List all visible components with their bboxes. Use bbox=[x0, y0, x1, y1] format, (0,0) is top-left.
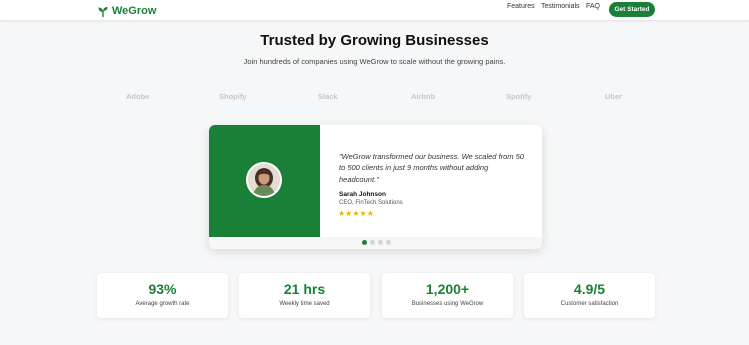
carousel-dot-2[interactable] bbox=[370, 240, 375, 245]
stat-value: 4.9/5 bbox=[573, 281, 606, 297]
testimonial-card: "WeGrow transformed our business. We sca… bbox=[209, 125, 542, 249]
page-title: Trusted by Growing Businesses bbox=[260, 32, 489, 49]
stat-value: 1,200+ bbox=[425, 281, 470, 297]
stat-card-businesses: 1,200+ Businesses using WeGrow bbox=[382, 273, 513, 318]
stat-label: Businesses using WeGrow bbox=[411, 301, 484, 307]
stat-label: Average growth rate bbox=[135, 301, 190, 307]
seedling-icon bbox=[97, 5, 109, 17]
client-logo-uber: Uber bbox=[605, 92, 623, 101]
client-logo-adobe: Adobe bbox=[126, 92, 150, 101]
client-logo-spotify: Spotify bbox=[506, 92, 532, 101]
carousel-dot-1[interactable] bbox=[362, 240, 367, 245]
testimonial-author: Sarah Johnson bbox=[339, 191, 386, 198]
stat-value: 21 hrs bbox=[283, 281, 326, 297]
brand-logo[interactable]: WeGrow bbox=[97, 3, 156, 18]
stat-value: 93% bbox=[148, 281, 177, 297]
client-logo-shopify: Shopify bbox=[219, 92, 247, 101]
testimonial-author-title: CEO, FinTech Solutions bbox=[339, 200, 403, 206]
stat-card-time-saved: 21 hrs Weekly time saved bbox=[239, 273, 370, 318]
avatar bbox=[246, 162, 282, 198]
client-logo-slack: Slack bbox=[318, 92, 338, 101]
testimonial-photo-panel bbox=[209, 125, 320, 237]
carousel-dots bbox=[362, 240, 391, 245]
page-subtitle: Join hundreds of companies using WeGrow … bbox=[243, 57, 506, 66]
nav-link-faq[interactable]: FAQ bbox=[586, 3, 600, 13]
brand-name: WeGrow bbox=[112, 4, 157, 17]
nav-link-testimonials[interactable]: Testimonials bbox=[541, 3, 580, 13]
site-header: WeGrow Features Testimonials FAQ Get Sta… bbox=[0, 0, 749, 21]
star-rating: ★★★★★ bbox=[338, 209, 374, 218]
carousel-dot-3[interactable] bbox=[378, 240, 383, 245]
carousel-dot-4[interactable] bbox=[386, 240, 391, 245]
get-started-button[interactable]: Get Started bbox=[609, 2, 655, 17]
stat-card-satisfaction: 4.9/5 Customer satisfaction bbox=[524, 273, 655, 318]
stat-label: Customer satisfaction bbox=[560, 301, 619, 307]
stat-card-growth: 93% Average growth rate bbox=[97, 273, 228, 318]
client-logo-airbnb: Airbnb bbox=[411, 92, 436, 101]
carousel-footer bbox=[209, 237, 542, 249]
nav-link-features[interactable]: Features bbox=[507, 3, 535, 13]
stat-label: Weekly time saved bbox=[279, 301, 330, 307]
testimonial-quote: "WeGrow transformed our business. We sca… bbox=[339, 152, 524, 184]
